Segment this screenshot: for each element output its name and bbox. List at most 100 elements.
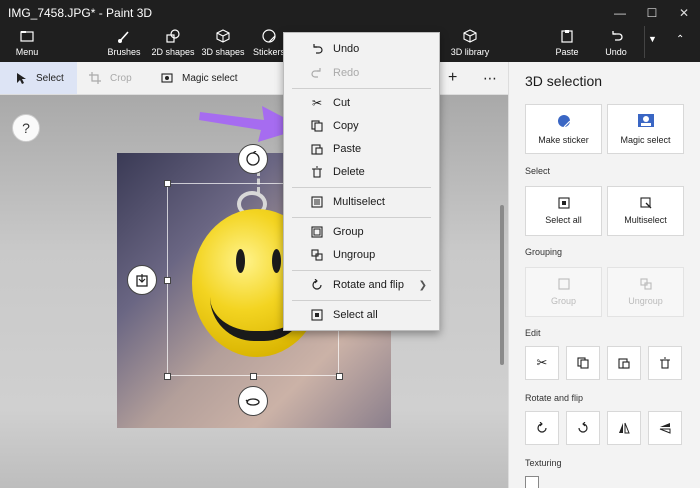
undo-icon <box>608 28 624 44</box>
menu-item-multiselect[interactable]: Multiselect <box>284 191 439 213</box>
menu-label: Menu <box>15 47 39 57</box>
rotate-z-button[interactable] <box>238 144 268 174</box>
resize-handle-left[interactable] <box>164 277 171 284</box>
menu-item-group[interactable]: Group <box>284 221 439 243</box>
menu-item-select-all[interactable]: Select all <box>284 304 439 326</box>
more-options-icon[interactable]: ⋯ <box>483 62 497 94</box>
stickers-button[interactable]: Stickers <box>253 26 286 62</box>
flip-vertical-button[interactable] <box>648 411 682 445</box>
magic-select-tool-label: Magic select <box>182 72 238 84</box>
3d-shapes-button[interactable]: 3D shapes <box>201 26 245 62</box>
folder-icon <box>19 28 35 44</box>
close-button[interactable]: ✕ <box>668 0 700 26</box>
vertical-scrollbar[interactable] <box>500 205 504 365</box>
rotate-icon <box>311 279 323 291</box>
ungroup-icon <box>311 249 323 261</box>
help-button[interactable]: ? <box>12 114 40 142</box>
trash-icon <box>311 166 323 178</box>
menu-item-delete-label: Delete <box>333 166 365 178</box>
select-tool[interactable]: Select <box>0 62 77 94</box>
select-all-button[interactable]: Select all <box>525 186 602 236</box>
resize-handle-bottom-left[interactable] <box>164 373 171 380</box>
2d-shapes-button[interactable]: 2D shapes <box>151 26 195 62</box>
texturing-checkbox[interactable] <box>525 476 539 488</box>
paste-button[interactable]: Paste <box>554 26 580 62</box>
menu-separator <box>292 217 431 218</box>
menu-button[interactable]: Menu <box>12 26 42 62</box>
ungroup-button[interactable]: Ungroup <box>607 267 684 317</box>
menu-item-copy[interactable]: Copy <box>284 115 439 137</box>
cube-icon <box>215 28 231 44</box>
menu-item-undo-label: Undo <box>333 43 360 55</box>
texturing-section-header: Texturing <box>525 458 562 468</box>
menu-separator <box>292 300 431 301</box>
collapse-ribbon-icon[interactable]: ⌃ <box>676 34 684 45</box>
delete-panel-button[interactable] <box>648 346 682 380</box>
ungroup-label: Ungroup <box>628 296 663 306</box>
minimize-button[interactable]: — <box>604 0 636 26</box>
cut-panel-button[interactable]: ✂ <box>525 346 559 380</box>
resize-handle-bottom-right[interactable] <box>336 373 343 380</box>
rotate-x-button[interactable] <box>238 386 268 416</box>
resize-handle-bottom[interactable] <box>250 373 257 380</box>
title-bar: IMG_7458.JPG* - Paint 3D — ☐ ✕ <box>0 0 700 26</box>
menu-item-cut[interactable]: ✂ Cut <box>284 92 439 114</box>
menu-item-paste[interactable]: Paste <box>284 138 439 160</box>
trash-icon <box>660 357 670 369</box>
undo-button[interactable]: Undo <box>604 26 628 62</box>
magic-select-icon <box>637 114 654 127</box>
select-all-icon <box>557 197 570 209</box>
menu-item-rotate-and-flip[interactable]: Rotate and flip ❯ <box>284 274 439 296</box>
magic-select-tool[interactable]: Magic select <box>160 62 238 94</box>
paste-panel-button[interactable] <box>607 346 641 380</box>
multiselect-icon <box>311 196 323 208</box>
stickers-label: Stickers <box>253 47 286 57</box>
magic-select-panel-label: Magic select <box>620 135 671 145</box>
copy-panel-button[interactable] <box>566 346 600 380</box>
group-button[interactable]: Group <box>525 267 602 317</box>
multiselect-panel-button[interactable]: Multiselect <box>607 186 684 236</box>
redo-icon <box>311 67 323 79</box>
undo-label: Undo <box>605 47 627 57</box>
submenu-chevron-icon: ❯ <box>418 279 427 291</box>
add-icon[interactable]: + <box>448 62 457 94</box>
magic-select-panel-button[interactable]: Magic select <box>607 104 684 154</box>
paste-icon <box>311 143 323 155</box>
brushes-button[interactable]: Brushes <box>106 26 142 62</box>
copy-icon <box>311 120 323 132</box>
menu-item-undo[interactable]: Undo <box>284 38 439 60</box>
rotate-left-button[interactable] <box>525 411 559 445</box>
maximize-button[interactable]: ☐ <box>636 0 668 26</box>
3d-selection-panel: 3D selection Make sticker Magic select S… <box>508 62 700 488</box>
crop-tool[interactable]: Crop <box>88 62 132 94</box>
select-section-header: Select <box>525 166 551 176</box>
menu-item-copy-label: Copy <box>333 120 359 132</box>
menu-item-multiselect-label: Multiselect <box>333 196 385 208</box>
edit-section-header: Edit <box>525 328 541 338</box>
rotate-y-button[interactable] <box>127 265 157 295</box>
dropdown-chevron-icon[interactable]: ▼ <box>648 34 657 44</box>
tilt-icon <box>245 398 260 406</box>
menu-item-ungroup[interactable]: Ungroup <box>284 244 439 266</box>
menu-item-redo[interactable]: Redo <box>284 62 439 84</box>
menu-item-delete[interactable]: Delete <box>284 161 439 183</box>
make-sticker-button[interactable]: Make sticker <box>525 104 602 154</box>
rotate-right-button[interactable] <box>566 411 600 445</box>
menu-item-rotate-and-flip-label: Rotate and flip <box>333 279 404 291</box>
brush-icon <box>116 28 132 44</box>
select-all-icon <box>311 309 323 321</box>
resize-handle-top-left[interactable] <box>164 180 171 187</box>
paste-label: Paste <box>555 47 579 57</box>
rotate-right-icon <box>578 422 588 433</box>
select-tool-label: Select <box>36 72 64 84</box>
3d-library-button[interactable]: 3D library <box>448 26 492 62</box>
2d-shapes-icon <box>165 28 181 44</box>
flip-horizontal-button[interactable] <box>607 411 641 445</box>
scissors-icon: ✂ <box>536 355 548 370</box>
crop-tool-label: Crop <box>110 72 132 84</box>
undo-icon <box>311 43 323 55</box>
clipboard-icon <box>559 28 575 44</box>
scissors-icon: ✂ <box>311 96 323 110</box>
grouping-section-header: Grouping <box>525 247 563 257</box>
group-icon <box>557 278 570 290</box>
